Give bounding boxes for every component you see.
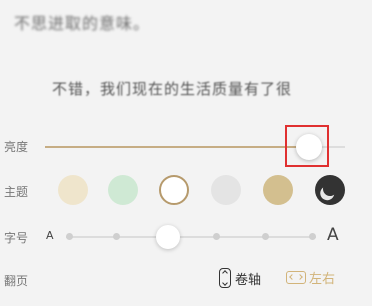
font-size-step — [309, 233, 316, 240]
theme-option-white[interactable] — [159, 175, 189, 205]
theme-option-green[interactable] — [108, 175, 138, 205]
font-size-label: 字号 — [4, 231, 29, 245]
left-right-mode-button[interactable]: 左右 — [286, 268, 335, 287]
theme-option-beige[interactable] — [58, 175, 88, 205]
font-size-step — [66, 233, 73, 240]
font-size-step — [262, 233, 269, 240]
scroll-icon — [219, 268, 231, 288]
scroll-mode-button[interactable]: 卷轴 — [219, 268, 261, 288]
highlight-box — [285, 125, 329, 167]
left-right-icon — [286, 271, 306, 284]
left-right-mode-label: 左右 — [309, 272, 336, 287]
theme-label: 主题 — [4, 185, 29, 199]
brightness-slider-fill — [45, 146, 309, 148]
page-turn-label: 翻页 — [4, 274, 29, 288]
moon-icon — [321, 180, 339, 198]
reader-text-line: 不思进取的意味。 — [14, 14, 151, 33]
font-size-small-icon[interactable]: A — [46, 229, 54, 242]
font-size-large-icon[interactable]: A — [327, 225, 339, 245]
theme-option-gray[interactable] — [211, 175, 241, 205]
font-size-step — [213, 233, 220, 240]
brightness-label: 亮度 — [4, 140, 29, 154]
theme-option-night[interactable] — [315, 175, 345, 205]
theme-option-tan[interactable] — [263, 175, 293, 205]
font-size-slider-thumb[interactable] — [156, 225, 180, 249]
font-size-step — [113, 233, 120, 240]
scroll-mode-label: 卷轴 — [235, 272, 262, 288]
reader-text-line: 不错，我们现在的生活质量有了很 — [52, 80, 293, 98]
font-size-slider[interactable] — [66, 236, 316, 238]
